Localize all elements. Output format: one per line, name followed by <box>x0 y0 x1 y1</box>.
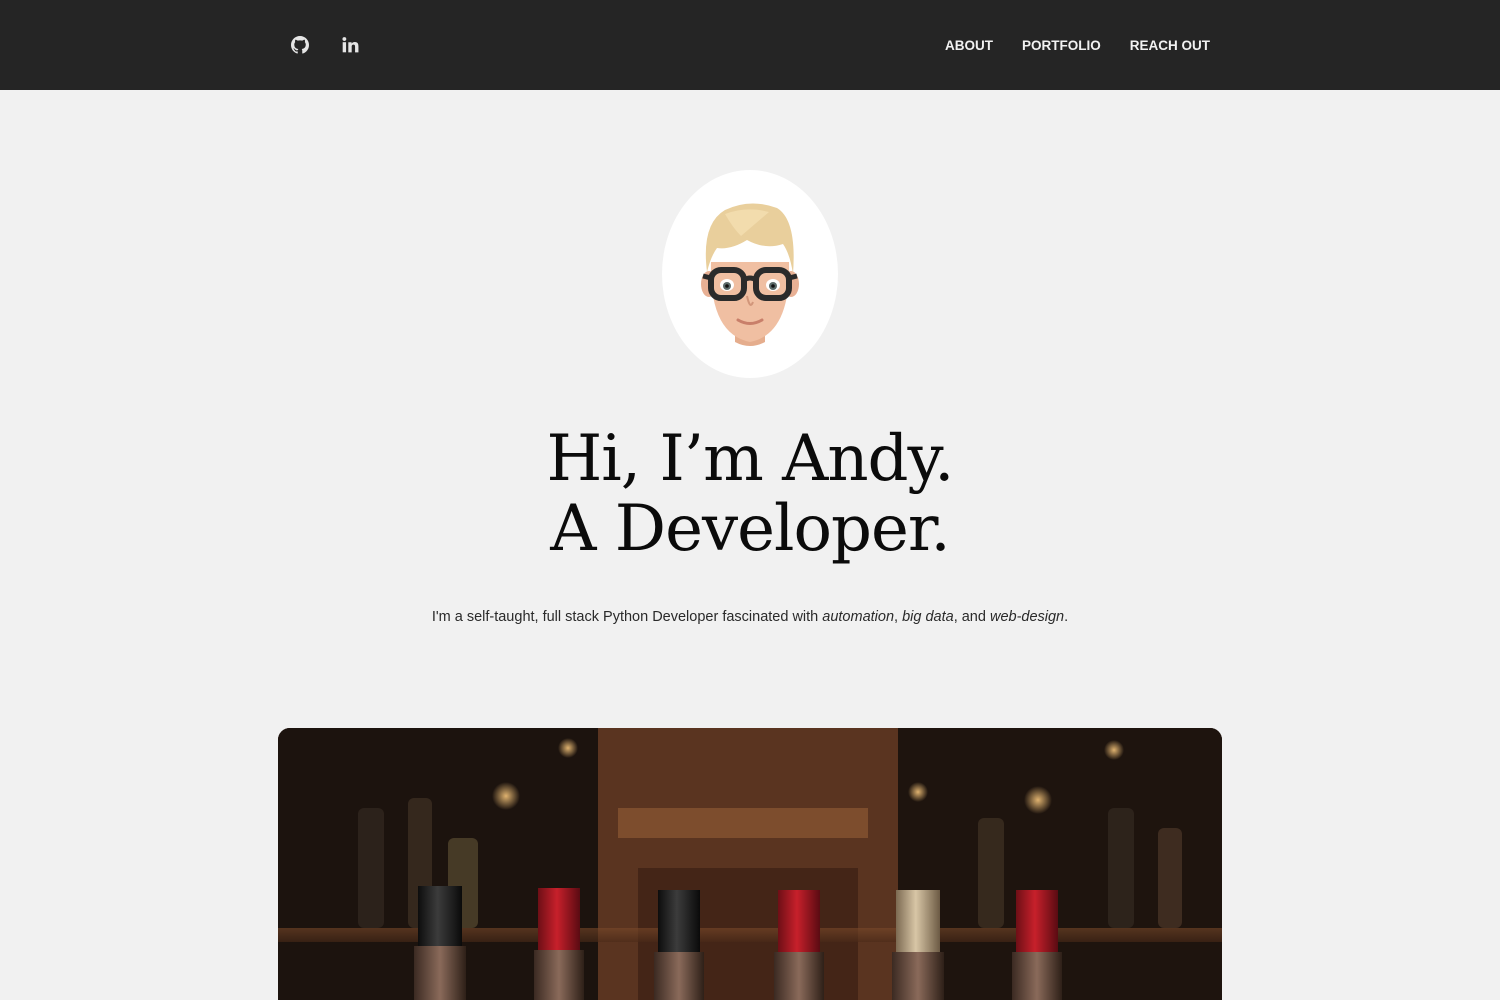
bottle-6 <box>1012 890 1062 1000</box>
wine-bottles-image <box>278 728 1222 1000</box>
tagline-automation: automation <box>822 609 895 625</box>
nav-portfolio-link[interactable]: PORTFOLIO <box>1022 38 1101 53</box>
hero-headline: Hi, I’m Andy. A Developer. <box>350 424 1150 564</box>
hero-photo-wine-bottles <box>278 728 1222 1000</box>
avatar <box>662 170 838 378</box>
linkedin-icon[interactable] <box>340 35 360 55</box>
tagline-separator-2: , and <box>953 609 990 625</box>
bottle-3 <box>654 890 704 1000</box>
main-nav: ABOUT PORTFOLIO REACH OUT <box>945 34 1210 56</box>
headline-line-1: Hi, I’m Andy. <box>546 422 954 496</box>
headline-line-2: A Developer. <box>550 492 951 566</box>
tagline-prefix: I'm a self-taught, full stack Python Dev… <box>431 609 823 625</box>
tagline-web-design: web-design <box>989 609 1065 625</box>
github-icon[interactable] <box>290 35 310 55</box>
memoji-avatar-icon <box>701 203 799 346</box>
nav-about-link[interactable]: ABOUT <box>945 38 993 53</box>
social-links <box>290 33 360 57</box>
top-navigation-bar: ABOUT PORTFOLIO REACH OUT <box>0 0 1500 90</box>
tagline-suffix: . <box>1064 609 1069 625</box>
nav-reach-out-link[interactable]: REACH OUT <box>1130 38 1210 53</box>
hero-tagline: I'm a self-taught, full stack Python Dev… <box>300 609 1200 625</box>
bottle-2 <box>534 888 584 1000</box>
tagline-big-data: big data <box>902 609 954 625</box>
tagline-separator-1: , <box>894 609 903 625</box>
bottle-4 <box>774 890 824 1000</box>
bottle-5 <box>892 890 944 1000</box>
bottle-1 <box>414 886 466 1000</box>
